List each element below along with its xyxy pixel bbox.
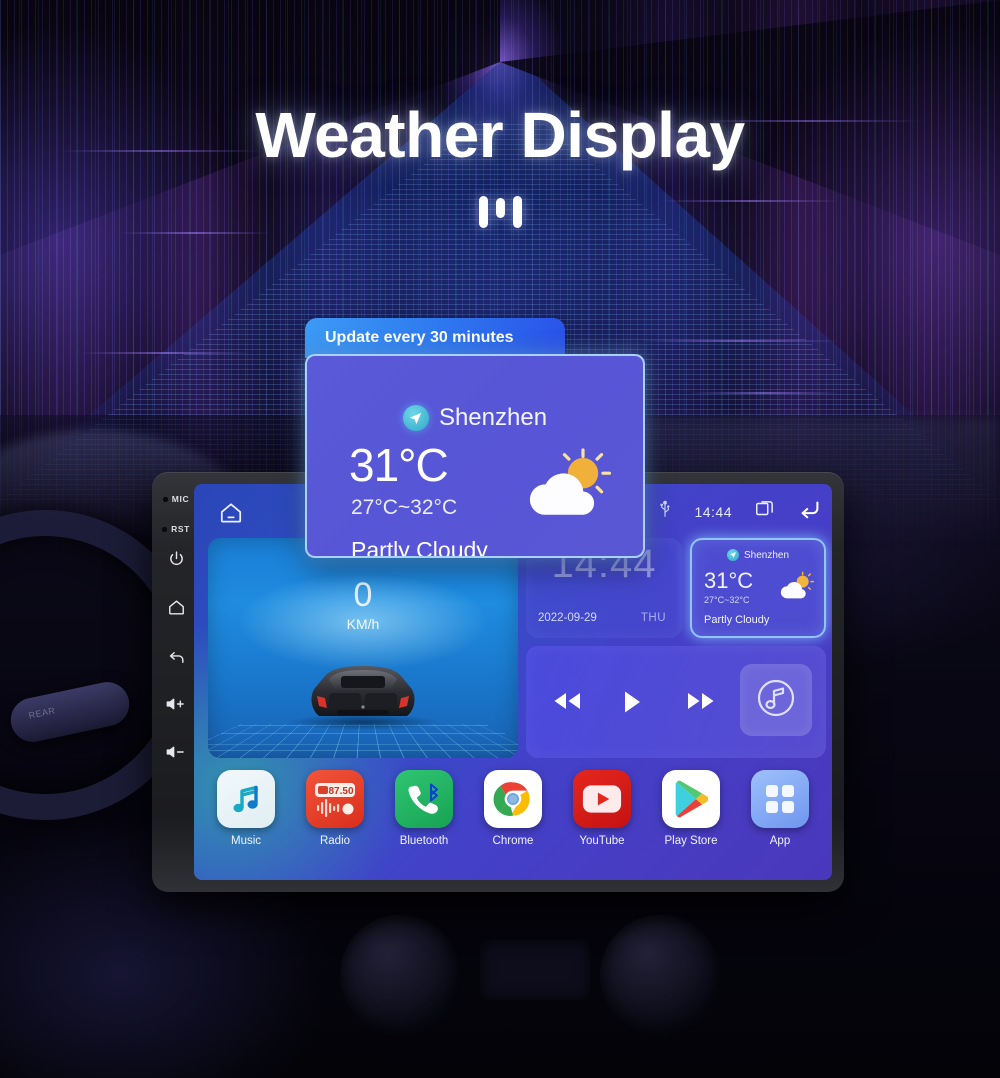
media-previous-button[interactable] [552, 690, 582, 717]
recent-apps-icon[interactable] [754, 498, 776, 525]
app-dock: Music 87.50 Radio Bluetooth Chrome YouTu… [204, 770, 822, 872]
status-bar: 14:44 [658, 498, 822, 525]
mic-dot-icon [162, 496, 168, 502]
callout-location-row: Shenzhen [307, 404, 643, 432]
app-bluetooth-label: Bluetooth [399, 835, 449, 847]
widget-weather-location: Shenzhen [743, 549, 790, 561]
chrome-icon [484, 770, 542, 828]
volume-up-icon [165, 696, 187, 712]
home-icon [167, 598, 186, 617]
page-title: Weather Display [255, 99, 745, 171]
widget-weather-location-row: Shenzhen [692, 549, 824, 561]
status-bar-time: 14:44 [694, 503, 732, 520]
callout-weather-card: Shenzhen 31°C 27°C~32°C Partly Cloudy [305, 354, 645, 558]
bezel-reset[interactable]: RST [152, 524, 200, 534]
music-note-icon [217, 770, 275, 828]
app-play-store-label: Play Store [664, 835, 718, 847]
speed-value: 0 [353, 576, 373, 614]
widget-car-speed[interactable]: 0 KM/h [208, 538, 518, 758]
radio-icon: 87.50 [306, 770, 364, 828]
callout-temperature: 31°C [349, 439, 449, 491]
title-bar-2 [495, 198, 505, 218]
media-play-button[interactable] [622, 690, 642, 719]
app-music[interactable]: Music [210, 770, 282, 847]
app-radio[interactable]: 87.50 Radio [299, 770, 371, 847]
app-music-label: Music [230, 835, 262, 847]
app-youtube[interactable]: YouTube [566, 770, 638, 847]
widget-media-player[interactable] [526, 646, 826, 758]
app-chrome-label: Chrome [492, 835, 534, 847]
callout-temperature-range: 27°C~32°C [351, 496, 458, 519]
clock-date: 2022-09-29 [538, 612, 597, 624]
app-radio-label: Radio [319, 835, 351, 847]
bezel-volume-down-button[interactable] [152, 744, 200, 760]
navigation-arrow-icon [726, 549, 739, 561]
light-streak [640, 340, 840, 342]
navigation-arrow-icon [402, 405, 429, 431]
sun-behind-cloud-icon [776, 570, 816, 609]
app-grid-icon [751, 770, 809, 828]
power-icon [168, 550, 185, 567]
radio-frequency: 87.50 [328, 786, 353, 797]
status-bar-back-icon[interactable] [798, 498, 822, 525]
sports-car-illustration [299, 660, 427, 722]
climate-knob-right [600, 915, 720, 1035]
weather-callout: Update every 30 minutes Shenzhen 31°C 27… [305, 318, 645, 558]
youtube-icon [573, 770, 631, 828]
callout-location: Shenzhen [438, 404, 548, 431]
bezel-mic: MIC [152, 494, 200, 504]
speed-unit-label: KM/h [346, 616, 380, 632]
back-arrow-icon [167, 648, 186, 667]
bezel-button-column: MIC RST [152, 472, 200, 892]
callout-condition: Partly Cloudy [351, 537, 488, 558]
bezel-reset-label: RST [171, 524, 190, 534]
app-chrome[interactable]: Chrome [477, 770, 549, 847]
light-streak [690, 392, 840, 394]
widget-weather-range: 27°C~32°C [704, 595, 750, 605]
clock-weekday: THU [640, 612, 666, 624]
bluetooth-phone-icon [395, 770, 453, 828]
bezel-back-button[interactable] [152, 648, 200, 667]
bezel-home-button[interactable] [152, 598, 200, 617]
media-album-art[interactable] [740, 664, 812, 736]
media-next-button[interactable] [686, 690, 716, 717]
app-bluetooth[interactable]: Bluetooth [388, 770, 460, 847]
app-youtube-label: YouTube [579, 835, 625, 847]
play-store-icon [662, 770, 720, 828]
usb-icon [658, 500, 672, 523]
light-streak [80, 352, 250, 354]
widget-weather-temperature: 31°C [704, 568, 754, 593]
bezel-volume-up-button[interactable] [152, 696, 200, 712]
title-bar-1 [478, 196, 488, 228]
title-divider-bars [0, 196, 1000, 228]
climate-knob-left [340, 915, 460, 1035]
sun-behind-cloud-icon [519, 446, 615, 531]
music-note-circle-icon [752, 674, 800, 727]
app-all-apps-label: App [769, 835, 791, 847]
bezel-mic-label: MIC [171, 494, 190, 504]
title-bar-3 [512, 196, 522, 228]
widget-weather-condition: Partly Cloudy [704, 614, 770, 626]
volume-down-icon [165, 744, 187, 760]
reset-dot-icon [162, 526, 168, 532]
screen-home-icon[interactable] [218, 500, 244, 531]
app-play-store[interactable]: Play Store [655, 770, 727, 847]
callout-tab-label: Update every 30 minutes [305, 318, 565, 358]
bezel-power-button[interactable] [152, 550, 200, 567]
widget-weather[interactable]: Shenzhen 31°C 27°C~32°C Partly Cloudy [690, 538, 826, 638]
app-all-apps[interactable]: App [744, 770, 816, 847]
dashboard-vent [480, 940, 590, 1000]
